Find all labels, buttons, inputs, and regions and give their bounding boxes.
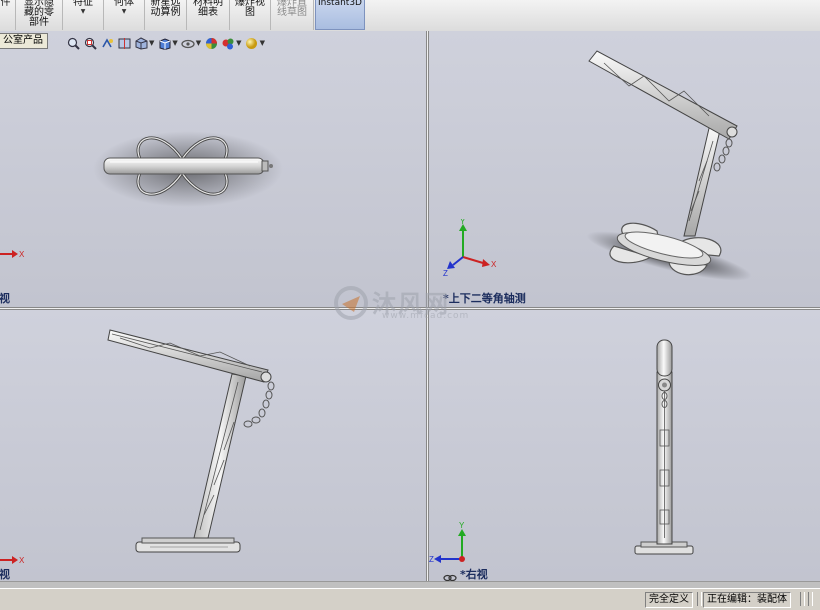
graphics-area[interactable]: 公室产品 ▼ ▼ ▼ ▼ ▼ X 视 Y X Z *上下二等角轴测 X 视 Y … bbox=[0, 31, 820, 581]
viewport-label: 视 bbox=[0, 568, 10, 581]
axis-z-label: Z bbox=[429, 555, 434, 564]
toolbar-button-show-hidden-components[interactable]: 显示隐 藏的零 部件 bbox=[16, 0, 63, 30]
model-front-view[interactable] bbox=[0, 310, 426, 581]
chevron-down-icon: ▼ bbox=[121, 8, 127, 15]
chevron-down-icon: ▼ bbox=[80, 8, 86, 15]
viewport-label: *右视 bbox=[460, 568, 488, 581]
coordinate-triad: Y Z bbox=[429, 521, 466, 564]
viewport-bottom-right[interactable]: Y Z *右视 bbox=[429, 310, 820, 581]
coordinate-triad: X bbox=[0, 250, 25, 259]
link-views-icon[interactable] bbox=[443, 568, 457, 581]
status-definition: 完全定义 bbox=[645, 592, 693, 608]
viewport-top-right[interactable]: Y X Z *上下二等角轴测 bbox=[429, 31, 820, 307]
toolbar-button-instant3d[interactable]: Instant3D bbox=[315, 0, 365, 30]
status-separator bbox=[697, 592, 702, 606]
axis-y-label: Y bbox=[459, 521, 465, 530]
watermark: 沐风网 www.mfcad.com bbox=[330, 284, 500, 322]
toolbar-button-reference-geometry[interactable]: 何体 ▼ bbox=[104, 0, 145, 30]
viewport-label: 视 bbox=[0, 292, 10, 305]
model-right-view[interactable] bbox=[429, 310, 820, 581]
watermark-url: www.mfcad.com bbox=[382, 311, 470, 321]
axis-x-label: X bbox=[19, 250, 25, 259]
toolbar-button-features[interactable]: 特征 ▼ bbox=[63, 0, 104, 30]
axis-x-label: X bbox=[19, 556, 25, 565]
viewport-top-left[interactable]: 公室产品 ▼ ▼ ▼ ▼ ▼ X 视 bbox=[0, 31, 426, 307]
status-editing-mode: 正在编辑：装配体 bbox=[703, 592, 791, 608]
status-separator bbox=[808, 592, 813, 606]
status-separator bbox=[800, 592, 805, 606]
model-top-view[interactable] bbox=[0, 31, 426, 307]
status-bar: 完全定义 正在编辑：装配体 bbox=[0, 588, 820, 610]
toolbar-button-new-motion-study[interactable]: 新星远 动算例 bbox=[145, 0, 187, 30]
axis-z-label: Z bbox=[443, 269, 448, 278]
axis-x-label: X bbox=[491, 260, 497, 269]
axis-y-label: Y bbox=[460, 219, 466, 226]
coordinate-triad: Y X Z bbox=[443, 219, 497, 278]
toolbar-button-explode-line-sketch[interactable]: 爆炸直 线草图 bbox=[271, 0, 314, 30]
toolbar-button-exploded-view[interactable]: 爆炸视 图 bbox=[230, 0, 271, 30]
toolbar-button-component[interactable]: 件 bbox=[0, 0, 16, 30]
toolbar-button-bill-of-materials[interactable]: 材料明 细表 bbox=[187, 0, 230, 30]
watermark-logo-icon bbox=[334, 286, 368, 320]
command-manager-toolbar: 件 显示隐 藏的零 部件 特征 ▼ 何体 ▼ 新星远 动算例 材料明 细表 爆炸… bbox=[0, 0, 820, 32]
viewport-bottom-left[interactable]: X 视 bbox=[0, 310, 426, 581]
